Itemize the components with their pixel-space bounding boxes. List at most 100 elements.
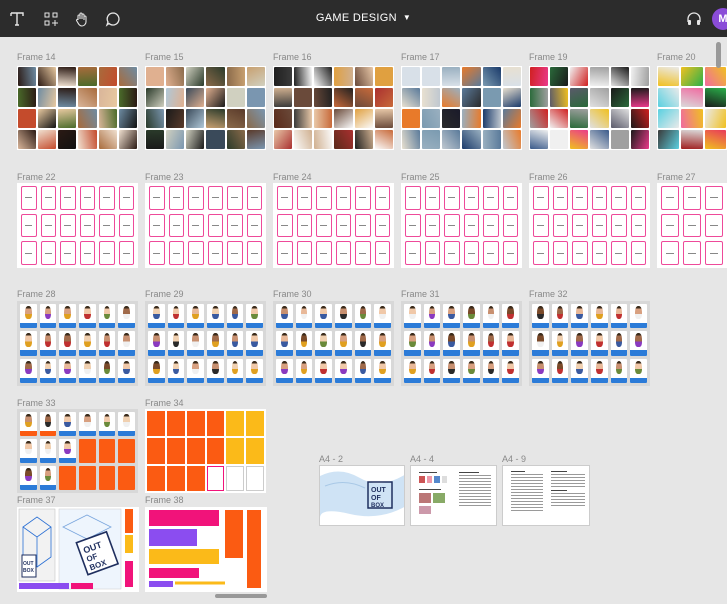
frame-label[interactable]: Frame 15 — [145, 52, 184, 62]
photo-thumbnail — [482, 88, 501, 107]
photo-thumbnail — [146, 109, 165, 128]
frame-label[interactable]: Frame 16 — [273, 52, 312, 62]
frame-label[interactable]: Frame 20 — [657, 52, 696, 62]
frame-label[interactable]: Frame 31 — [401, 289, 440, 299]
frame-30[interactable] — [273, 301, 394, 386]
frame-38[interactable] — [145, 507, 267, 592]
frame-label[interactable]: Frame 14 — [17, 52, 56, 62]
character-card — [404, 358, 421, 383]
character-card — [20, 466, 37, 490]
horizontal-scrollbar[interactable] — [215, 594, 267, 598]
frame-37[interactable]: OUT BOX OUT OF BOX — [17, 507, 139, 592]
frame-label[interactable]: Frame 29 — [145, 289, 184, 299]
a4-4-document[interactable] — [410, 465, 497, 526]
character-card — [334, 304, 352, 329]
character-card — [571, 358, 588, 383]
frame-14[interactable] — [17, 66, 138, 150]
frame-31[interactable] — [401, 301, 522, 386]
photo-thumbnail — [334, 67, 353, 86]
character-card — [20, 358, 37, 383]
frame-23[interactable] — [145, 183, 266, 268]
photo-thumbnail — [146, 67, 165, 86]
frame-17[interactable] — [401, 66, 522, 150]
a4-2-document[interactable]: OUT OF BOX — [319, 465, 405, 526]
photo-thumbnail — [334, 130, 353, 149]
photo-thumbnail — [590, 67, 609, 86]
vertical-scrollbar[interactable] — [716, 42, 721, 68]
frame-33[interactable] — [17, 409, 138, 493]
frame-28[interactable] — [17, 301, 138, 386]
frame-22[interactable] — [17, 183, 138, 268]
frame-label[interactable]: Frame 27 — [657, 172, 696, 182]
frame-label[interactable]: Frame 37 — [17, 495, 56, 505]
frame-label[interactable]: Frame 19 — [529, 52, 568, 62]
frame-label[interactable]: Frame 38 — [145, 495, 184, 505]
frame-32[interactable] — [529, 301, 650, 386]
a4-9-document[interactable] — [502, 465, 590, 526]
file-title-dropdown[interactable]: GAME DESIGN ▼ — [0, 12, 727, 24]
chevron-down-icon: ▼ — [402, 13, 412, 22]
photo-thumbnail — [78, 109, 97, 128]
photo-thumbnail — [98, 109, 117, 128]
character-card — [59, 439, 76, 463]
photo-thumbnail — [590, 88, 609, 107]
character-card — [276, 331, 293, 356]
character-card — [98, 439, 116, 463]
character-card — [78, 331, 96, 356]
photo-thumbnail — [18, 67, 37, 86]
photo-thumbnail — [274, 109, 293, 128]
design-canvas[interactable]: Frame 14 Frame 15 Frame 16 Frame 17 Fram… — [0, 37, 727, 604]
word-card — [611, 241, 627, 265]
color-block — [147, 438, 165, 464]
frame-label[interactable]: Frame 26 — [529, 172, 568, 182]
frame-label[interactable]: Frame 28 — [17, 289, 56, 299]
frame-20[interactable] — [657, 66, 727, 150]
frame-34[interactable] — [145, 409, 266, 493]
frame-label[interactable]: A4 - 2 — [319, 454, 343, 464]
photo-thumbnail — [482, 109, 501, 128]
photo-thumbnail — [630, 88, 649, 107]
frame-26[interactable] — [529, 183, 650, 268]
character-card — [374, 358, 391, 383]
photo-thumbnail — [294, 130, 313, 149]
photo-thumbnail — [38, 109, 57, 128]
frame-label[interactable]: Frame 23 — [145, 172, 184, 182]
character-card — [551, 358, 569, 383]
photo-thumbnail — [294, 109, 313, 128]
word-card — [60, 186, 76, 210]
frame-label[interactable]: Frame 22 — [17, 172, 56, 182]
photo-thumbnail — [58, 109, 77, 128]
photo-thumbnail — [166, 130, 185, 149]
frame-16[interactable] — [273, 66, 394, 150]
character-card — [98, 466, 116, 490]
color-block — [246, 465, 264, 491]
frame-label[interactable]: Frame 33 — [17, 398, 56, 408]
frame-19[interactable] — [529, 66, 650, 150]
photo-thumbnail — [630, 67, 649, 86]
frame-label[interactable]: Frame 30 — [273, 289, 312, 299]
character-card — [276, 304, 293, 329]
word-card — [21, 241, 37, 265]
photo-thumbnail — [442, 88, 461, 107]
headphones-icon[interactable] — [683, 8, 705, 30]
character-card — [98, 412, 116, 436]
word-card — [591, 241, 607, 265]
word-card — [572, 213, 588, 238]
frame-29[interactable] — [145, 301, 266, 386]
frame-label[interactable]: Frame 34 — [145, 398, 184, 408]
frame-label[interactable]: Frame 25 — [401, 172, 440, 182]
frame-27[interactable] — [657, 183, 727, 268]
frame-25[interactable] — [401, 183, 522, 268]
frame-label[interactable]: A4 - 4 — [410, 454, 434, 464]
frame-label[interactable]: Frame 17 — [401, 52, 440, 62]
photo-thumbnail — [186, 88, 205, 107]
frame-15[interactable] — [145, 66, 266, 150]
frame-24[interactable] — [273, 183, 394, 268]
frame-label[interactable]: A4 - 9 — [502, 454, 526, 464]
avatar[interactable]: M — [712, 8, 727, 30]
frame-label[interactable]: Frame 24 — [273, 172, 312, 182]
frame-label[interactable]: Frame 32 — [529, 289, 568, 299]
character-card — [167, 304, 185, 329]
character-card — [78, 358, 96, 383]
photo-thumbnail — [334, 88, 353, 107]
